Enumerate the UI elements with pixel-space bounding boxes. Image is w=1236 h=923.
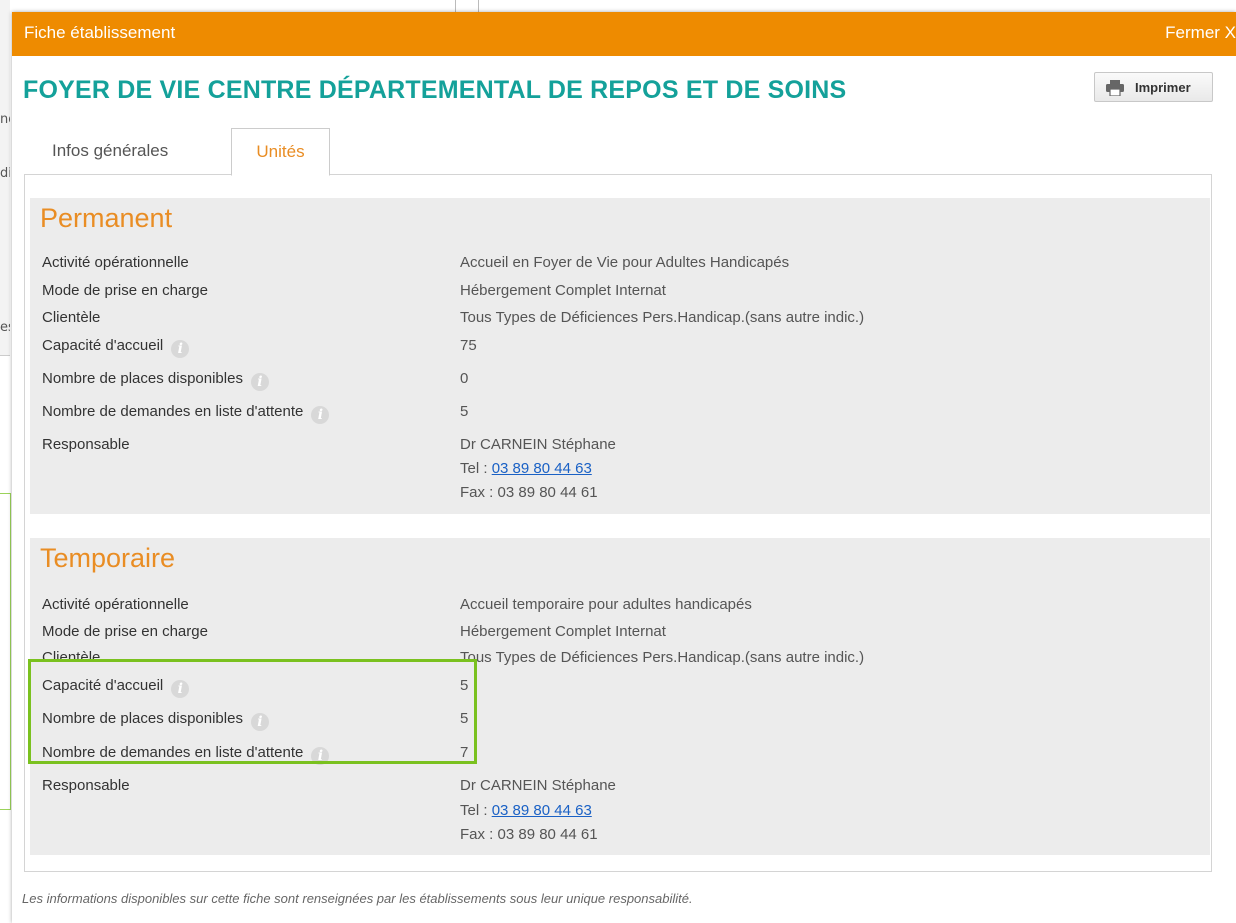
manager-fax: Fax : 03 89 80 44 61 (460, 484, 598, 501)
manager-name: Dr CARNEIN Stéphane (460, 777, 616, 794)
print-button[interactable]: Imprimer (1094, 72, 1213, 102)
background-divider (455, 0, 456, 12)
tab-infos-generales[interactable]: Infos générales (52, 128, 168, 174)
manager-label: Responsable (42, 777, 130, 794)
print-button-label: Imprimer (1135, 80, 1191, 95)
info-icon[interactable]: i (311, 406, 330, 424)
close-button[interactable]: Fermer X (1165, 23, 1236, 43)
activity-value: Accueil en Foyer de Vie pour Adultes Han… (460, 254, 790, 271)
clientele-value: Tous Types de Déficiences Pers.Handicap.… (460, 309, 865, 326)
establishment-heading: FOYER DE VIE CENTRE DÉPARTEMENTAL DE REP… (23, 76, 847, 104)
care-mode-label: Mode de prise en charge (42, 282, 208, 299)
available-places-value: 0 (460, 370, 469, 387)
waiting-list-label: Nombre de demandes en liste d'attente (42, 403, 304, 420)
modal-title: Fiche établissement (24, 23, 176, 42)
modal-titlebar: Fiche établissement Fermer X (12, 12, 1236, 56)
background-divider (478, 0, 479, 12)
info-icon[interactable]: i (250, 373, 269, 391)
clientele-label: Clientèle (42, 309, 101, 326)
manager-name: Dr CARNEIN Stéphane (460, 436, 616, 453)
background-text-fragment: es (0, 320, 10, 335)
background-text-fragment: nd (0, 112, 10, 127)
phone-prefix: Tel : (460, 460, 488, 477)
disclaimer-note: Les informations disponibles sur cette f… (22, 891, 693, 906)
capacity-value: 75 (460, 337, 477, 354)
care-mode-value: Hébergement Complet Internat (460, 282, 666, 299)
section-title: Temporaire (40, 543, 176, 573)
phone-link[interactable]: 03 89 80 44 63 (492, 802, 592, 819)
highlight-box (28, 659, 477, 764)
printer-icon (1105, 80, 1125, 99)
section-title: Permanent (40, 203, 173, 233)
manager-fax: Fax : 03 89 80 44 61 (460, 826, 598, 843)
background-highlight-box (0, 493, 11, 810)
tab-unites[interactable]: Unités (231, 128, 330, 176)
manager-phone: Tel : 03 89 80 44 63 (460, 460, 592, 477)
phone-prefix: Tel : (460, 802, 488, 819)
section-permanent: Permanent Activité opérationnelle Accuei… (30, 198, 1210, 514)
clientele-value: Tous Types de Déficiences Pers.Handicap.… (460, 649, 865, 666)
activity-value: Accueil temporaire pour adultes handicap… (460, 596, 752, 613)
available-places-label: Nombre de places disponibles (42, 370, 243, 387)
manager-phone: Tel : 03 89 80 44 63 (460, 802, 592, 819)
waiting-list-value: 5 (460, 403, 469, 420)
care-mode-label: Mode de prise en charge (42, 623, 208, 640)
available-places-row-label: Nombre de places disponibles i (42, 370, 269, 391)
background-text-fragment: di (0, 166, 10, 181)
info-icon[interactable]: i (171, 340, 190, 358)
capacity-row-label: Capacité d'accueil i (42, 337, 190, 358)
activity-label: Activité opérationnelle (42, 254, 189, 271)
care-mode-value: Hébergement Complet Internat (460, 623, 666, 640)
manager-label: Responsable (42, 436, 130, 453)
activity-label: Activité opérationnelle (42, 596, 189, 613)
waiting-list-row-label: Nombre de demandes en liste d'attente i (42, 403, 330, 424)
capacity-label: Capacité d'accueil (42, 337, 164, 354)
phone-link[interactable]: 03 89 80 44 63 (492, 460, 592, 477)
